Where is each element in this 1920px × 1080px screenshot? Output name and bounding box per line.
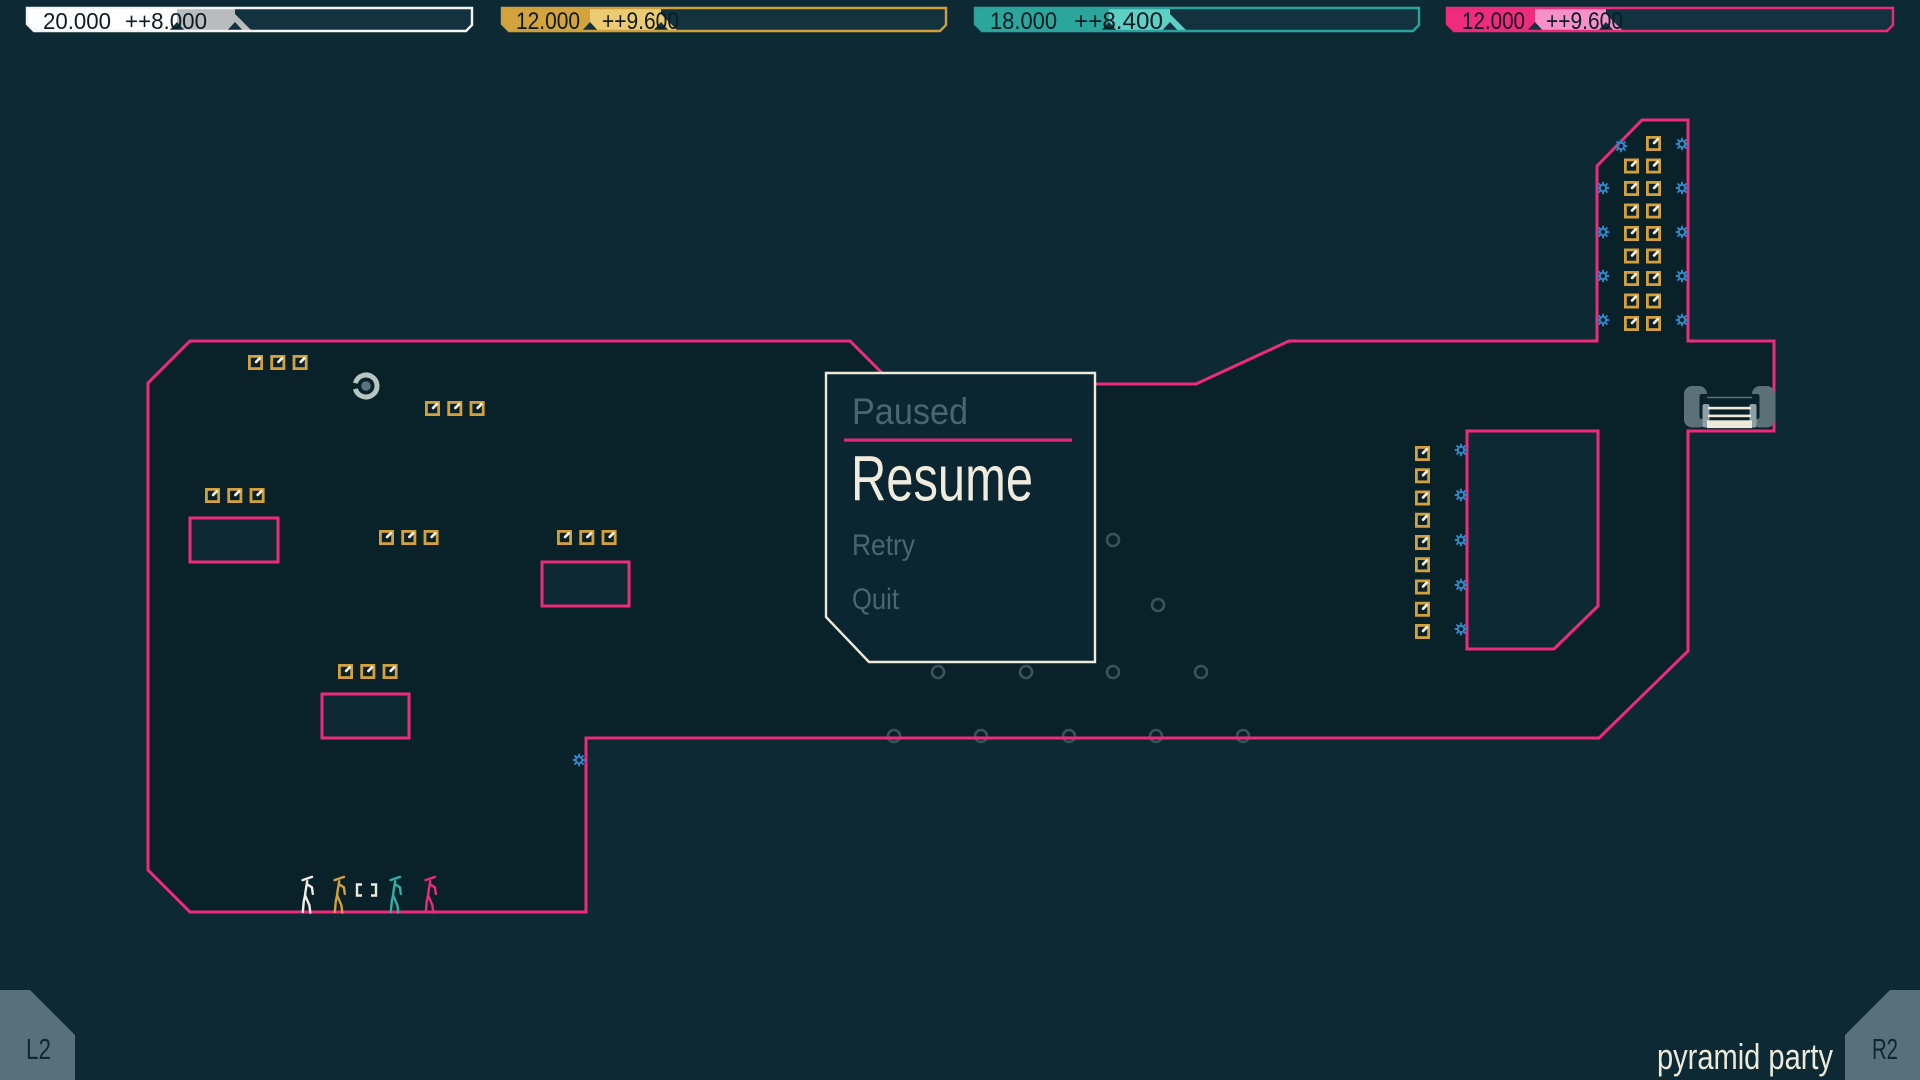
svg-text:Quit: Quit	[852, 583, 900, 616]
svg-text:20.000: 20.000	[43, 8, 111, 34]
svg-text:L2: L2	[26, 1034, 51, 1066]
svg-text:12.000: 12.000	[516, 8, 580, 35]
svg-text:++9.600: ++9.600	[602, 8, 679, 35]
svg-text:++9.600: ++9.600	[1546, 8, 1623, 35]
svg-text:Retry: Retry	[852, 529, 915, 562]
svg-text:R2: R2	[1872, 1034, 1898, 1066]
svg-text:pyramid party: pyramid party	[1657, 1036, 1833, 1077]
svg-text:Resume: Resume	[851, 443, 1033, 515]
svg-text:12.000: 12.000	[1462, 8, 1525, 35]
svg-text:18.000: 18.000	[990, 8, 1057, 35]
svg-text:++8.000: ++8.000	[125, 8, 207, 34]
svg-text:++8.400: ++8.400	[1074, 8, 1163, 35]
svg-text:Paused: Paused	[852, 391, 968, 432]
